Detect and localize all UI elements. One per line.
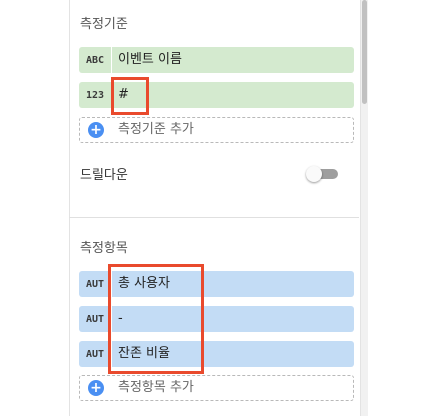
panel-scrollbar[interactable]: [361, 0, 368, 416]
metric-chip-empty[interactable]: AUT -: [79, 306, 354, 332]
type-badge-auto: AUT: [85, 313, 105, 325]
toggle-knob: [306, 166, 322, 182]
metric-chip-total-users[interactable]: AUT 총 사용자: [79, 271, 354, 297]
dimension-label: #: [118, 87, 129, 102]
type-badge-auto: AUT: [85, 278, 105, 290]
plus-circle-icon: +: [88, 380, 104, 396]
drilldown-label: 드릴다운: [80, 168, 128, 183]
metric-label: 잔존 비율: [118, 346, 170, 361]
scrollbar-thumb[interactable]: [362, 0, 367, 104]
plus-circle-icon: +: [88, 122, 104, 138]
chip-divider: [111, 306, 112, 332]
chip-divider: [111, 271, 112, 297]
dimension-label: 이벤트 이름: [118, 52, 182, 67]
dimensions-title: 측정기준: [80, 17, 128, 32]
type-badge-auto: AUT: [85, 348, 105, 360]
drilldown-toggle[interactable]: [306, 166, 338, 182]
chip-divider: [111, 341, 112, 367]
dimension-chip-number[interactable]: 123 #: [79, 82, 354, 108]
add-dimension-label: 측정기준 추가: [118, 122, 194, 137]
metric-chip-retention-rate[interactable]: AUT 잔존 비율: [79, 341, 354, 367]
type-badge-number: 123: [85, 89, 105, 101]
type-badge-text: ABC: [85, 54, 105, 66]
add-metric-label: 측정항목 추가: [118, 380, 194, 395]
metric-label: -: [118, 311, 123, 326]
chip-divider: [111, 47, 112, 73]
add-dimension-button[interactable]: + 측정기준 추가: [79, 117, 354, 143]
dimension-chip-event-name[interactable]: ABC 이벤트 이름: [79, 47, 354, 73]
metric-label: 총 사용자: [118, 276, 170, 291]
chip-divider: [111, 82, 112, 108]
section-divider: [69, 217, 359, 218]
metrics-title: 측정항목: [80, 241, 128, 256]
add-metric-button[interactable]: + 측정항목 추가: [79, 375, 354, 401]
